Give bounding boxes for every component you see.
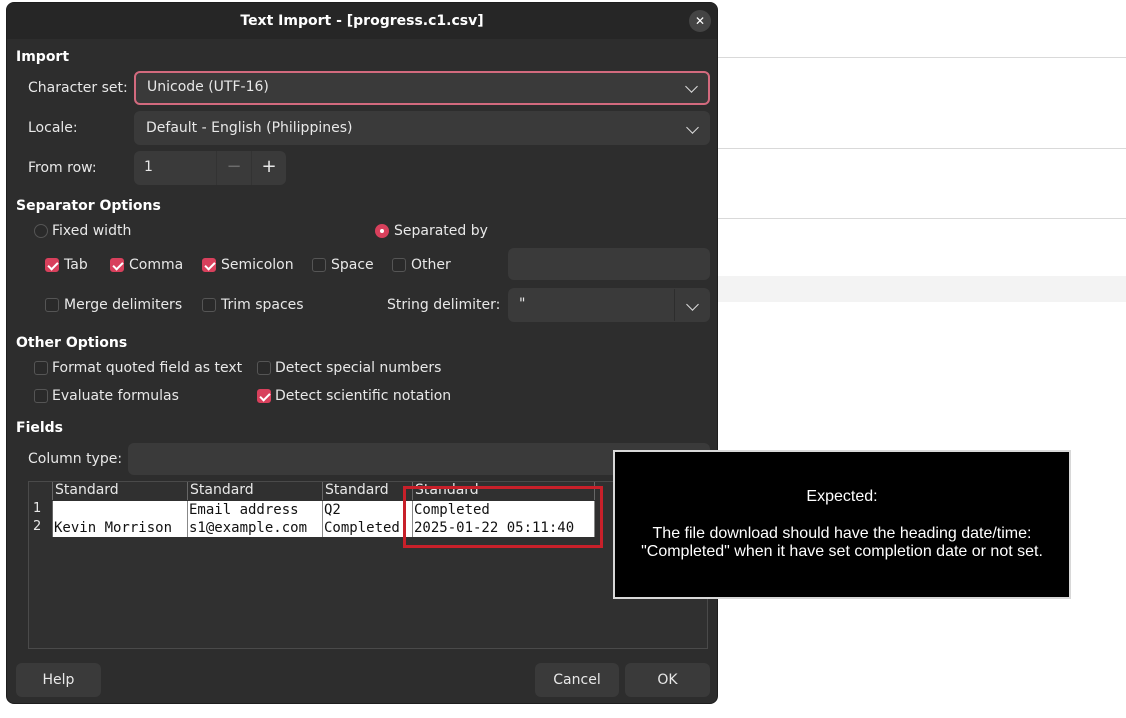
row-number: 1 <box>29 501 53 519</box>
highlight-box <box>403 486 603 548</box>
background-divider <box>718 218 1126 219</box>
locale-select[interactable]: Default - English (Philippines) <box>134 111 710 145</box>
from-row-stepper[interactable]: 1 − + <box>134 151 286 185</box>
comma-label: Comma <box>129 257 184 273</box>
table-cell: Email address <box>188 501 323 519</box>
ok-button[interactable]: OK <box>625 663 710 697</box>
semicolon-checkbox[interactable] <box>202 258 216 272</box>
space-checkbox[interactable] <box>312 258 326 272</box>
background-divider <box>718 57 1126 58</box>
separated-by-radio[interactable] <box>375 224 389 238</box>
tab-label: Tab <box>64 257 88 273</box>
background-divider <box>718 148 1126 149</box>
import-heading: Import <box>16 49 70 65</box>
format-quoted-label: Format quoted field as text <box>52 360 243 376</box>
string-delimiter-label: String delimiter: <box>387 297 501 313</box>
close-button[interactable]: ✕ <box>689 10 711 32</box>
detect-special-checkbox[interactable] <box>257 361 271 375</box>
trim-spaces-checkbox[interactable] <box>202 298 216 312</box>
detect-scientific-checkbox[interactable] <box>257 389 271 403</box>
chevron-down-icon[interactable] <box>686 298 699 311</box>
other-label: Other <box>411 257 451 273</box>
fields-preview-grid[interactable]: Standard Standard Standard Standard 1 Em… <box>28 481 708 649</box>
semicolon-label: Semicolon <box>221 257 294 273</box>
other-checkbox[interactable] <box>392 258 406 272</box>
column-header[interactable]: Standard <box>188 482 323 500</box>
row-number: 2 <box>29 519 53 537</box>
fields-heading: Fields <box>16 420 64 436</box>
table-cell: Q2 <box>323 501 413 519</box>
from-row-label: From row: <box>28 160 97 176</box>
background-band <box>718 276 1126 302</box>
locale-label: Locale: <box>28 120 78 136</box>
other-options-heading: Other Options <box>16 335 128 351</box>
fixed-width-radio[interactable] <box>34 224 48 238</box>
dialog-title: Text Import - [progress.c1.csv] <box>240 13 484 29</box>
detect-special-label: Detect special numbers <box>275 360 442 376</box>
separated-by-label: Separated by <box>394 223 488 239</box>
detect-scientific-label: Detect scientific notation <box>275 388 452 404</box>
text-import-dialog: Text Import - [progress.c1.csv] ✕ Import… <box>6 2 718 704</box>
annotation-body: The file download should have the headin… <box>641 525 1043 560</box>
annotation-heading: Expected: <box>806 488 878 505</box>
column-type-label: Column type: <box>28 451 123 467</box>
help-button[interactable]: Help <box>16 663 101 697</box>
column-header[interactable]: Standard <box>53 482 188 500</box>
table-cell: Kevin Morrison <box>53 519 188 537</box>
from-row-value[interactable]: 1 <box>144 159 153 175</box>
string-delimiter-value: " <box>519 296 526 312</box>
charset-value: Unicode (UTF-16) <box>147 79 269 95</box>
chevron-down-icon <box>685 80 698 93</box>
table-cell: s1@example.com <box>188 519 323 537</box>
charset-label: Character set: <box>28 80 128 96</box>
merge-delimiters-label: Merge delimiters <box>64 297 183 313</box>
decrement-button[interactable]: − <box>216 151 251 185</box>
expected-annotation: Expected: The file download should have … <box>613 450 1071 599</box>
locale-value: Default - English (Philippines) <box>146 120 353 136</box>
corner-cell <box>29 482 53 500</box>
space-label: Space <box>331 257 374 273</box>
fixed-width-label: Fixed width <box>52 223 132 239</box>
table-cell: Completed <box>323 519 413 537</box>
comma-checkbox[interactable] <box>110 258 124 272</box>
chevron-down-icon <box>686 121 699 134</box>
combo-divider <box>674 289 675 321</box>
string-delimiter-select[interactable]: " <box>508 288 710 322</box>
cancel-button[interactable]: Cancel <box>535 663 619 697</box>
column-header[interactable]: Standard <box>323 482 413 500</box>
merge-delimiters-checkbox[interactable] <box>45 298 59 312</box>
increment-button[interactable]: + <box>251 151 286 185</box>
evaluate-formulas-label: Evaluate formulas <box>52 388 179 404</box>
trim-spaces-label: Trim spaces <box>221 297 304 313</box>
table-cell <box>53 501 188 519</box>
separator-heading: Separator Options <box>16 198 161 214</box>
format-quoted-checkbox[interactable] <box>34 361 48 375</box>
evaluate-formulas-checkbox[interactable] <box>34 389 48 403</box>
other-separator-input[interactable] <box>508 248 710 280</box>
title-bar: Text Import - [progress.c1.csv] ✕ <box>7 3 717 39</box>
tab-checkbox[interactable] <box>45 258 59 272</box>
charset-select[interactable]: Unicode (UTF-16) <box>134 71 710 105</box>
